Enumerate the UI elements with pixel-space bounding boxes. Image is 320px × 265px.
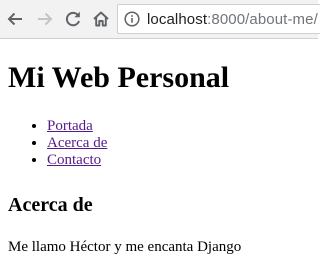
url-host: localhost bbox=[147, 10, 208, 28]
menu-item-contacto: Contacto bbox=[47, 152, 107, 169]
reload-icon bbox=[65, 11, 80, 27]
url-text: localhost:8000/about-me/ bbox=[147, 11, 318, 28]
url-path: :8000/about-me/ bbox=[207, 10, 318, 28]
forward-button[interactable] bbox=[33, 7, 57, 31]
info-circle-icon[interactable] bbox=[124, 11, 140, 27]
arrow-right-icon bbox=[38, 12, 53, 26]
nav-menu: Portada Acerca de Contacto bbox=[0, 118, 107, 169]
page-title: Mi Web Personal bbox=[8, 61, 230, 94]
about-text: Me llamo Héctor y me encanta Django bbox=[8, 239, 242, 255]
menu-item-portada: Portada bbox=[47, 118, 107, 135]
arrow-left-icon bbox=[7, 12, 22, 26]
address-bar[interactable]: localhost:8000/about-me/ bbox=[117, 4, 320, 34]
home-button[interactable] bbox=[89, 7, 113, 31]
link-portada[interactable]: Portada bbox=[47, 118, 93, 134]
menu-item-acerca: Acerca de bbox=[47, 135, 107, 152]
reload-button[interactable] bbox=[61, 7, 85, 31]
home-icon bbox=[93, 11, 109, 27]
browser-toolbar: localhost:8000/about-me/ bbox=[0, 0, 320, 39]
back-button[interactable] bbox=[3, 7, 27, 31]
section-title: Acerca de bbox=[8, 194, 93, 216]
link-contacto[interactable]: Contacto bbox=[47, 152, 101, 168]
link-acerca-de[interactable]: Acerca de bbox=[47, 135, 107, 151]
